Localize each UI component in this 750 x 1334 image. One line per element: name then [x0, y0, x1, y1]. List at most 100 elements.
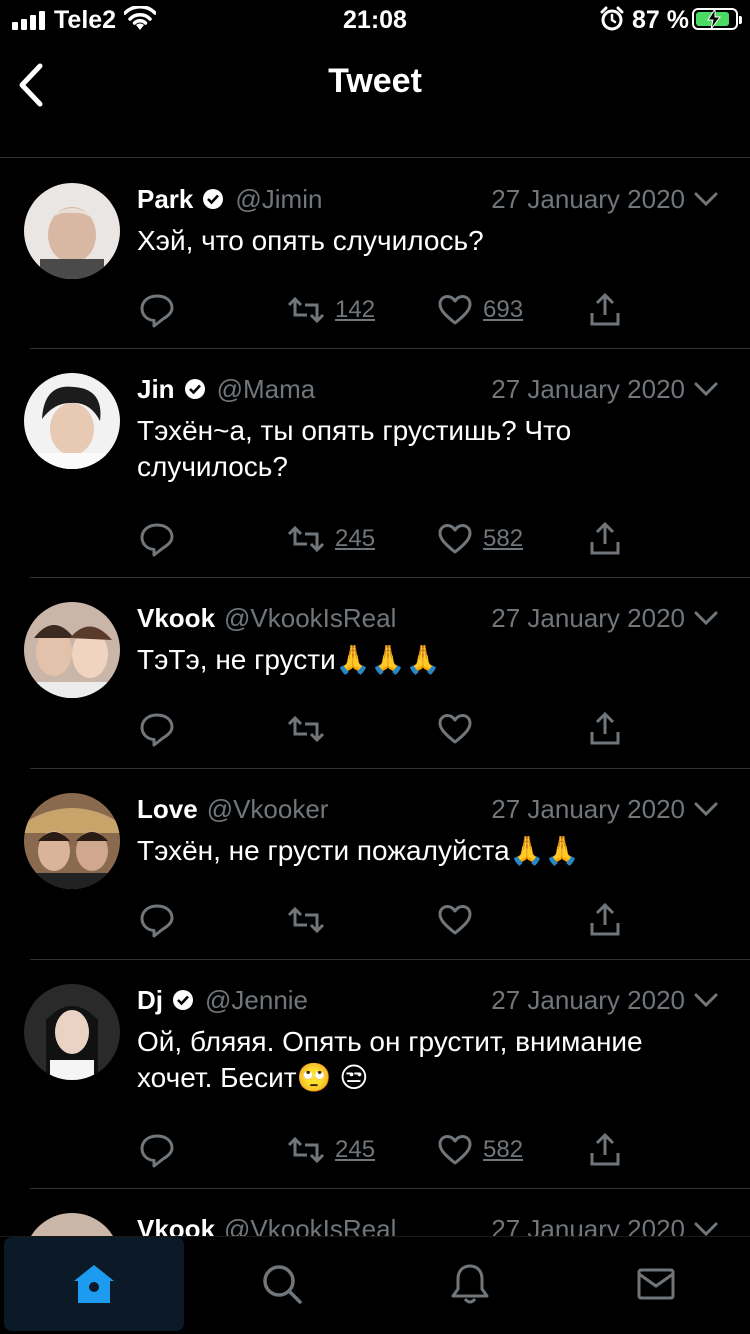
battery-percent: 87 %	[632, 6, 689, 34]
like-count[interactable]: 582	[483, 525, 523, 553]
author-name[interactable]: Park	[137, 184, 193, 215]
like-button[interactable]: 582	[437, 1130, 523, 1170]
reply-list: Park @Jimin 27 January 2020 Хэй, что опя…	[0, 159, 750, 1309]
share-button[interactable]	[589, 900, 621, 940]
tweet-item[interactable]: Dj @Jennie 27 January 2020 Ой, бляяя. Оп…	[0, 960, 750, 1189]
tweet-text: Ой, бляяя. Опять он грустит, внимание хо…	[137, 1026, 643, 1093]
tab-messages[interactable]	[566, 1237, 746, 1331]
author-handle[interactable]: @VkookIsReal	[224, 603, 396, 634]
reply-icon	[140, 523, 174, 557]
retweet-button[interactable]	[287, 709, 325, 749]
tweet-actions: 142 693	[137, 290, 637, 330]
tweet-actions: 245 582	[137, 519, 637, 559]
tweet-actions: 245 582	[137, 1130, 637, 1170]
like-button[interactable]: 693	[437, 290, 523, 330]
tweet-text: Хэй, что опять случилось?	[137, 225, 484, 256]
chevron-down-icon[interactable]	[693, 377, 719, 401]
share-icon	[590, 903, 620, 936]
chevron-down-icon[interactable]	[693, 187, 719, 211]
reply-button[interactable]	[139, 1130, 175, 1170]
tab-home[interactable]	[4, 1237, 184, 1331]
retweet-count[interactable]: 142	[335, 296, 375, 324]
tweet-date: 27 January 2020	[491, 184, 685, 214]
avatar[interactable]	[24, 602, 120, 698]
tweet-actions	[137, 709, 637, 749]
author-name[interactable]: Love	[137, 794, 198, 825]
tweet-item[interactable]: Park @Jimin 27 January 2020 Хэй, что опя…	[0, 159, 750, 349]
tab-search[interactable]	[192, 1237, 372, 1331]
chevron-down-icon[interactable]	[693, 797, 719, 821]
author-handle[interactable]: @Jennie	[205, 985, 308, 1016]
retweet-button[interactable]	[287, 900, 325, 940]
retweet-button[interactable]: 245	[287, 519, 375, 559]
author-name[interactable]: Jin	[137, 374, 175, 405]
tweet-thread-screen: Tele2 21:08 87 % Tweet Park @Jimin 27 Ja…	[0, 0, 750, 1334]
status-bar: Tele2 21:08 87 %	[0, 0, 750, 40]
heart-icon	[438, 905, 472, 935]
author-handle[interactable]: @Vkooker	[207, 794, 329, 825]
author-handle[interactable]: @Jimin	[235, 184, 322, 215]
avatar[interactable]	[24, 793, 120, 889]
tweet-date: 27 January 2020	[491, 794, 685, 824]
like-button[interactable]	[437, 709, 473, 749]
home-icon	[74, 1265, 114, 1303]
page-title: Tweet	[328, 62, 422, 100]
reply-icon	[140, 713, 174, 747]
tweet-actions	[137, 900, 637, 940]
share-icon	[590, 522, 620, 555]
heart-icon	[438, 714, 472, 744]
like-button[interactable]: 582	[437, 519, 523, 559]
reply-icon	[140, 1134, 174, 1168]
reply-button[interactable]	[139, 519, 175, 559]
author-handle[interactable]: @Mama	[217, 374, 316, 405]
verified-badge-icon	[203, 189, 224, 209]
tweet-item[interactable]: Vkook @VkookIsReal 27 January 2020 ТэТэ,…	[0, 578, 750, 769]
share-button[interactable]	[589, 519, 621, 559]
like-count[interactable]: 693	[483, 296, 523, 324]
top-nav: Tweet	[0, 40, 750, 158]
reply-icon	[140, 904, 174, 938]
like-count[interactable]: 582	[483, 1136, 523, 1164]
tweet-date: 27 January 2020	[491, 603, 685, 633]
author-name[interactable]: Dj	[137, 985, 163, 1016]
chevron-down-icon[interactable]	[693, 606, 719, 630]
share-icon	[590, 712, 620, 745]
heart-icon	[438, 1135, 472, 1165]
reply-button[interactable]	[139, 290, 175, 330]
search-icon	[263, 1265, 302, 1304]
share-button[interactable]	[589, 1130, 621, 1170]
messages-icon	[637, 1268, 675, 1300]
retweet-button[interactable]: 245	[287, 1130, 375, 1170]
avatar[interactable]	[24, 984, 120, 1080]
retweet-button[interactable]: 142	[287, 290, 375, 330]
tweet-text: Тэхён~а, ты опять грустишь? Что случилос…	[137, 415, 572, 482]
chevron-down-icon[interactable]	[693, 988, 719, 1012]
retweet-icon	[287, 1136, 325, 1164]
heart-icon	[438, 295, 472, 325]
tweet-text: ТэТэ, не грусти🙏🙏🙏	[137, 644, 441, 675]
tab-notifications[interactable]	[380, 1237, 560, 1331]
author-name[interactable]: Vkook	[137, 603, 215, 634]
retweet-count[interactable]: 245	[335, 525, 375, 553]
retweet-icon	[287, 715, 325, 743]
reply-button[interactable]	[139, 900, 175, 940]
share-button[interactable]	[589, 290, 621, 330]
heart-icon	[438, 524, 472, 554]
reply-button[interactable]	[139, 709, 175, 749]
tweet-text: Тэхён, не грусти пожалуйста🙏🙏	[137, 835, 580, 866]
alarm-icon	[600, 6, 624, 31]
notifications-icon	[451, 1264, 489, 1304]
avatar[interactable]	[24, 373, 120, 469]
bottom-tab-bar	[0, 1236, 750, 1334]
verified-badge-icon	[184, 379, 205, 399]
retweet-count[interactable]: 245	[335, 1136, 375, 1164]
reply-icon	[140, 294, 174, 328]
share-button[interactable]	[589, 709, 621, 749]
like-button[interactable]	[437, 900, 473, 940]
tweet-item[interactable]: Jin @Mama 27 January 2020 Тэхён~а, ты оп…	[0, 349, 750, 578]
battery-icon	[692, 8, 742, 30]
tweet-item[interactable]: Love @Vkooker 27 January 2020 Тэхён, не …	[0, 769, 750, 960]
tweet-date: 27 January 2020	[491, 985, 685, 1015]
avatar[interactable]	[24, 183, 120, 279]
verified-badge-icon	[173, 990, 193, 1010]
